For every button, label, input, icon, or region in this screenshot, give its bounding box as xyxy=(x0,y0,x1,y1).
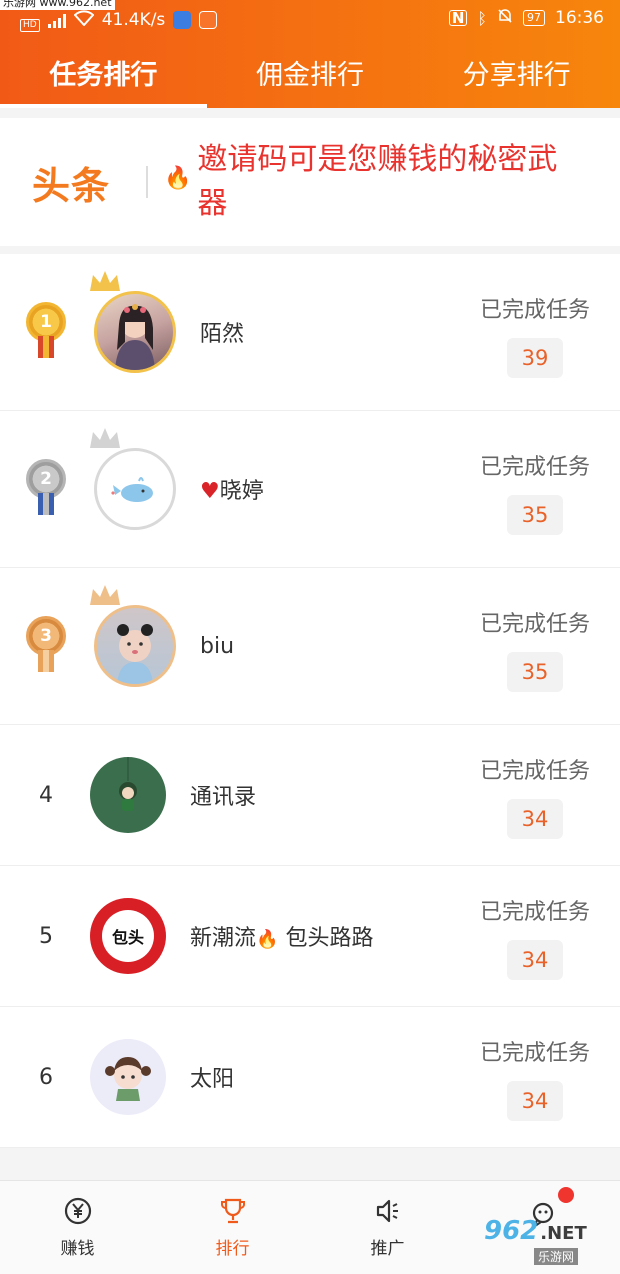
ranking-row-6[interactable]: 6 太阳 已完成任务 34 xyxy=(0,1007,620,1148)
tab-task-ranking[interactable]: 任务排行 xyxy=(0,36,207,108)
avatar xyxy=(90,1039,166,1115)
bottom-navigation: 赚钱 排行 推广 962 .NET 乐游网 xyxy=(0,1180,620,1274)
tab-bar: 任务排行 佣金排行 分享排行 xyxy=(0,36,620,108)
ranking-row-1[interactable]: 1 陌然 已完成任务 39 xyxy=(0,254,620,411)
avatar xyxy=(90,757,166,833)
rank-number: 5 xyxy=(39,923,53,949)
silver-medal-icon: 2 xyxy=(24,459,68,519)
stat-label: 已完成任务 xyxy=(479,900,590,925)
network-speed: 41.4K/s xyxy=(101,10,166,30)
user-name: biu xyxy=(200,633,235,659)
rank-number: 4 xyxy=(39,782,53,808)
user-name-text: 晓婷 xyxy=(219,479,264,504)
avatar-wrap xyxy=(90,428,176,530)
status-left: 乐游网 www.962.net HD 41.4K/s xyxy=(0,0,218,32)
bronze-medal-icon: 3 xyxy=(24,616,68,676)
user-name: 通讯录 xyxy=(190,785,257,810)
ranking-row-4[interactable]: 4 通讯录 已完成任务 34 xyxy=(0,725,620,866)
fire-icon: 🔥 xyxy=(256,929,279,950)
shield-app-icon xyxy=(173,11,192,29)
site-watermark: 962 .NET 乐游网 xyxy=(484,1216,612,1266)
nav-promote[interactable]: 推广 xyxy=(310,1181,465,1274)
rank-number: 6 xyxy=(39,1064,53,1090)
task-count-badge: 35 xyxy=(506,652,563,692)
avatar: 包头 xyxy=(90,898,166,974)
user-name: 新潮流🔥 包头路路 xyxy=(190,920,373,952)
task-stat: 已完成任务 35 xyxy=(480,606,590,692)
yen-coin-icon xyxy=(63,1196,93,1230)
banner-text: 邀请码可是您赚钱的秘密武器 xyxy=(197,142,558,221)
user-name: 太阳 xyxy=(190,1067,235,1092)
clock: 16:36 xyxy=(555,8,604,28)
avatar xyxy=(94,448,176,530)
avatar-wrap xyxy=(90,271,176,373)
avatar-wrap xyxy=(90,757,166,833)
avatar xyxy=(94,605,176,687)
stat-label: 已完成任务 xyxy=(479,1041,590,1066)
notification-dot xyxy=(558,1187,574,1203)
task-stat: 已完成任务 34 xyxy=(480,753,590,839)
bluetooth-icon: ᛒ xyxy=(477,8,487,28)
ranking-row-3[interactable]: 3 biu 已完成任务 35 xyxy=(0,568,620,725)
toutiao-logo: 头条 xyxy=(32,163,111,208)
task-stat: 已完成任务 35 xyxy=(480,449,590,535)
app-header: 乐游网 www.962.net HD 41.4K/s N ᛒ 97 16:36 … xyxy=(0,0,620,108)
task-stat: 已完成任务 34 xyxy=(480,1035,590,1121)
nav-label: 排行 xyxy=(215,1239,250,1259)
avatar xyxy=(94,291,176,373)
user-name-suffix: 包头路路 xyxy=(285,926,374,951)
nav-label: 推广 xyxy=(370,1239,405,1259)
task-count-badge: 34 xyxy=(506,799,563,839)
silver-crown-icon xyxy=(88,426,122,459)
tab-share-ranking[interactable]: 分享排行 xyxy=(413,36,620,108)
banner-divider xyxy=(146,166,148,198)
task-stat: 已完成任务 39 xyxy=(480,292,590,378)
watermark-logo: 962 xyxy=(484,1216,539,1246)
trophy-icon xyxy=(218,1196,248,1230)
signal-icon xyxy=(47,14,66,28)
speaker-icon xyxy=(373,1196,403,1230)
site-tag: 乐游网 www.962.net xyxy=(0,0,115,10)
bronze-crown-icon xyxy=(88,583,122,616)
status-right: N ᛒ 97 16:36 xyxy=(448,8,604,29)
battery-icon: 97 xyxy=(523,10,545,26)
task-count-badge: 39 xyxy=(506,338,563,378)
avatar-wrap xyxy=(90,585,176,687)
status-bar: 乐游网 www.962.net HD 41.4K/s N ᛒ 97 16:36 xyxy=(0,0,620,36)
heart-icon: ♥ xyxy=(200,479,220,504)
mute-icon xyxy=(497,8,513,29)
task-count-badge: 35 xyxy=(506,495,563,535)
user-name: ♥晓婷 xyxy=(200,473,264,505)
nav-earn[interactable]: 赚钱 xyxy=(0,1181,155,1274)
nav-ranking[interactable]: 排行 xyxy=(155,1181,310,1274)
fire-icon: 🔥 xyxy=(164,166,192,191)
user-name-text: 新潮流 xyxy=(190,926,257,951)
stat-label: 已完成任务 xyxy=(479,759,590,784)
watermark-suffix: .NET xyxy=(540,1223,587,1244)
avatar-text: 包头 xyxy=(111,928,144,947)
wifi-icon xyxy=(73,9,95,31)
ranking-list: 1 陌然 已完成任务 39 2 ♥晓婷 已完成任务 35 3 biu 已完成任务… xyxy=(0,254,620,1148)
user-name: 陌然 xyxy=(200,322,245,347)
stat-label: 已完成任务 xyxy=(479,612,590,637)
hd-badge: HD xyxy=(20,18,40,32)
nfc-icon: N xyxy=(448,10,468,26)
task-count-badge: 34 xyxy=(506,1081,563,1121)
stat-label: 已完成任务 xyxy=(479,298,590,323)
notification-app-icon xyxy=(199,11,218,29)
gold-medal-icon: 1 xyxy=(24,302,68,362)
avatar-wrap: 包头 xyxy=(90,898,166,974)
gold-crown-icon xyxy=(88,269,122,302)
avatar-wrap xyxy=(90,1039,166,1115)
ranking-row-2[interactable]: 2 ♥晓婷 已完成任务 35 xyxy=(0,411,620,568)
task-stat: 已完成任务 34 xyxy=(480,894,590,980)
ranking-row-5[interactable]: 5 包头 新潮流🔥 包头路路 已完成任务 34 xyxy=(0,866,620,1007)
nav-label: 赚钱 xyxy=(60,1239,95,1259)
tab-commission-ranking[interactable]: 佣金排行 xyxy=(207,36,414,108)
watermark-sub: 乐游网 xyxy=(534,1248,579,1265)
invite-banner[interactable]: 头条 🔥 邀请码可是您赚钱的秘密武器 xyxy=(0,118,620,246)
task-count-badge: 34 xyxy=(506,940,563,980)
stat-label: 已完成任务 xyxy=(479,455,590,480)
